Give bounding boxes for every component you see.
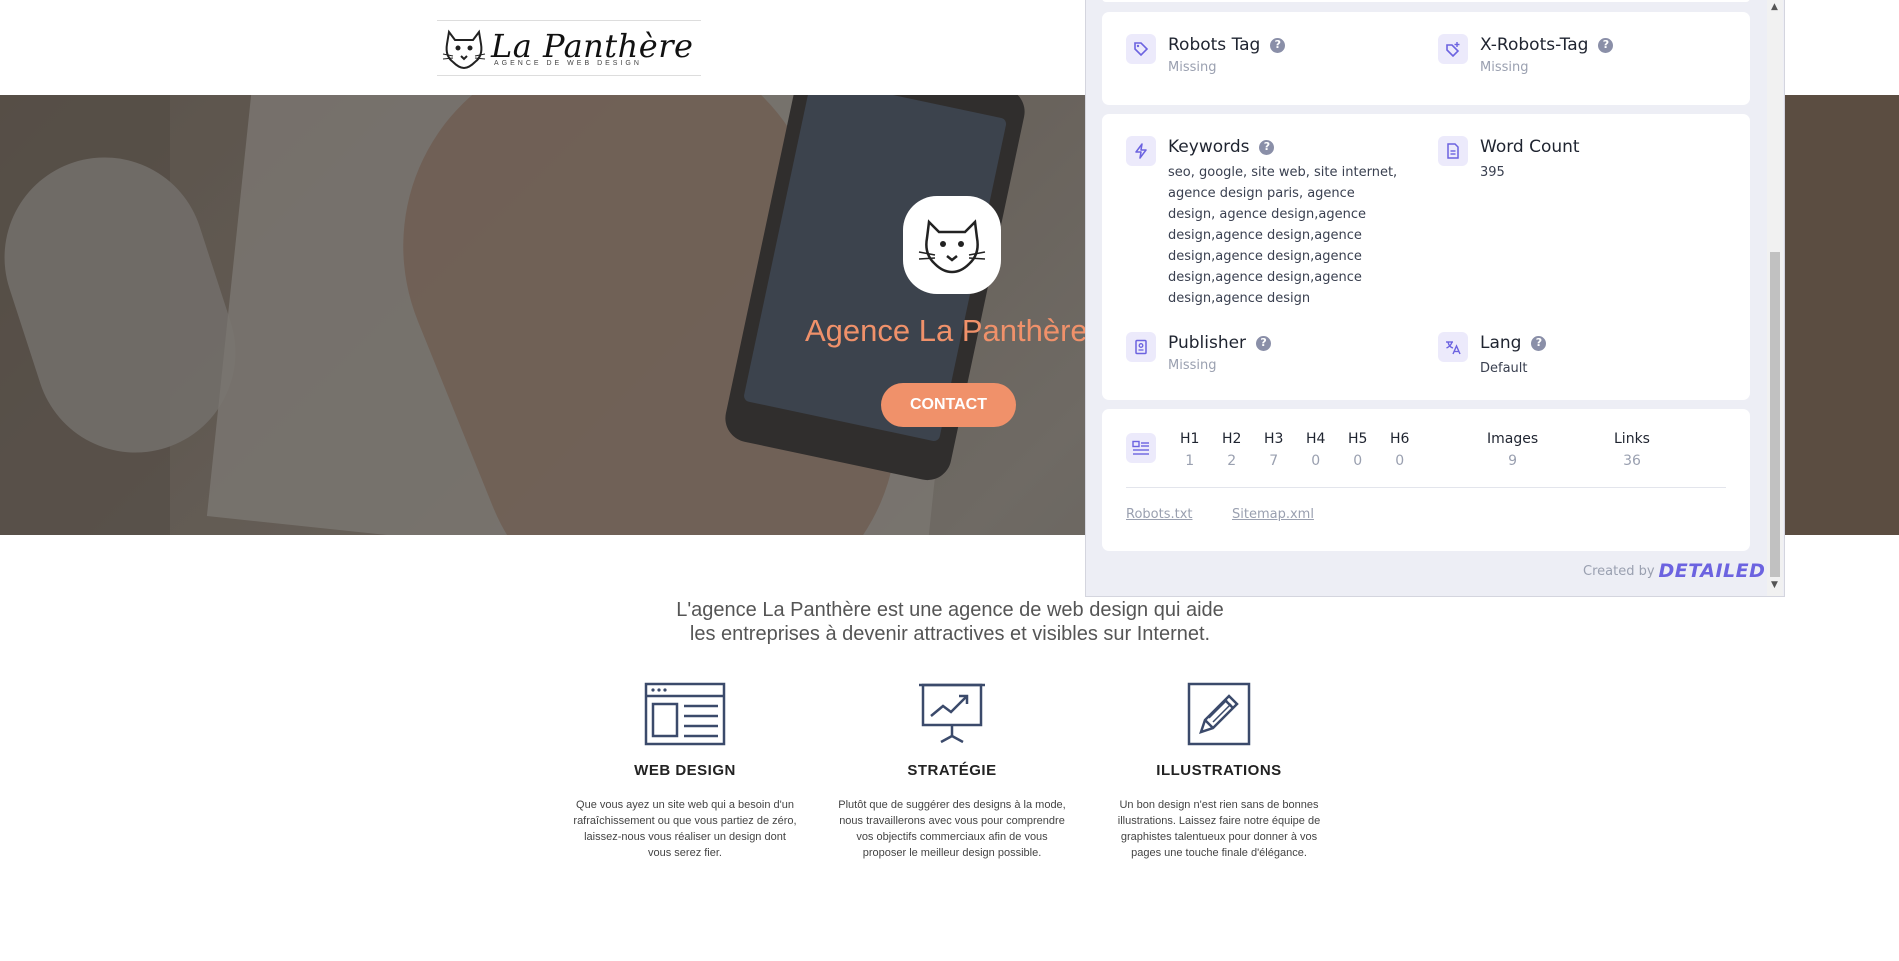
contact-button[interactable]: CONTACT — [881, 383, 1016, 427]
lang-label: Lang — [1480, 333, 1522, 353]
robots-tag-value: Missing — [1168, 60, 1217, 75]
heading-label: H3 — [1264, 431, 1284, 447]
lang-value: Default — [1480, 361, 1528, 376]
credit: Created by DETAILED — [1583, 560, 1765, 582]
heading-label: H4 — [1306, 431, 1326, 447]
list-icon — [1126, 433, 1156, 463]
service-description: Un bon design n'est rien sans de bonnes … — [1117, 799, 1321, 859]
images-label: Images — [1487, 431, 1539, 447]
word-count-value: 395 — [1480, 165, 1505, 180]
panther-head-icon — [918, 219, 986, 274]
panther-logo-icon — [437, 22, 491, 74]
links-label: Links — [1614, 431, 1650, 447]
intro-line: L'agence La Panthère est une agence de w… — [676, 599, 1224, 621]
keywords-field: Keywords? seo, google, site web, site in… — [1126, 136, 1402, 309]
credit-prefix: Created by — [1583, 563, 1655, 579]
help-icon[interactable]: ? — [1598, 37, 1614, 53]
heading-label: H5 — [1348, 431, 1368, 447]
service-description: Plutôt que de suggérer des designs à la … — [838, 799, 1066, 859]
browser-window-icon — [565, 680, 805, 748]
heading-value: 1 — [1185, 453, 1195, 469]
heading-count-h3: H3 7 — [1264, 431, 1283, 469]
links-count: Links 36 — [1614, 431, 1650, 469]
previous-card-edge — [1102, 0, 1750, 2]
publisher-label: Publisher — [1168, 333, 1247, 353]
sitemap-xml-link[interactable]: Sitemap.xml — [1232, 507, 1314, 522]
service-title: ILLUSTRATIONS — [1156, 762, 1282, 779]
service-illustrations: ILLUSTRATIONS Un bon design n'est rien s… — [1099, 680, 1339, 861]
translate-icon — [1438, 332, 1468, 362]
scroll-up-arrow-icon[interactable]: ▲ — [1771, 2, 1778, 12]
heading-value: 2 — [1227, 453, 1237, 469]
tag-icon — [1126, 34, 1156, 64]
robots-txt-link[interactable]: Robots.txt — [1126, 507, 1193, 522]
help-icon[interactable]: ? — [1531, 335, 1547, 351]
document-icon — [1438, 136, 1468, 166]
keywords-label: Keywords — [1168, 137, 1250, 157]
hero-title: Agence La Panthère — [805, 313, 1088, 348]
word-count-field: Word Count 395 — [1438, 136, 1720, 183]
meta-card: Keywords? seo, google, site web, site in… — [1102, 114, 1750, 400]
panel-scrollbar[interactable]: ▲ ▼ — [1767, 0, 1783, 596]
seo-extension-panel: Robots Tag? Missing X-Robots-Tag? Missin… — [1085, 0, 1785, 597]
site-logo[interactable]: La Panthère AGENCE DE WEB DESIGN — [437, 20, 702, 76]
presentation-chart-icon — [832, 680, 1072, 748]
x-robots-tag-value: Missing — [1480, 60, 1529, 75]
tag-plus-icon — [1438, 34, 1468, 64]
help-icon[interactable]: ? — [1259, 139, 1275, 155]
help-icon[interactable]: ? — [1256, 335, 1272, 351]
lang-field: Lang? Default — [1438, 332, 1720, 379]
heading-label: H2 — [1222, 431, 1242, 447]
heading-count-h5: H5 0 — [1348, 431, 1367, 469]
lightning-icon — [1126, 136, 1156, 166]
heading-label: H1 — [1180, 431, 1200, 447]
heading-count-h6: H6 0 — [1390, 431, 1409, 469]
heading-value: 0 — [1395, 453, 1405, 469]
x-robots-tag-field: X-Robots-Tag? Missing — [1438, 34, 1720, 75]
keywords-value: seo, google, site web, site internet, ag… — [1168, 165, 1398, 306]
publisher-field: Publisher? Missing — [1126, 332, 1408, 373]
heading-label: H6 — [1390, 431, 1410, 447]
robots-tag-field: Robots Tag? Missing — [1126, 34, 1408, 75]
scroll-down-arrow-icon[interactable]: ▼ — [1771, 580, 1778, 590]
links-value: 36 — [1623, 453, 1641, 469]
service-title: WEB DESIGN — [634, 762, 736, 779]
intro-text: L'agence La Panthère est une agence de w… — [630, 598, 1270, 646]
service-description: Que vous ayez un site web qui a besoin d… — [573, 799, 797, 859]
robots-card: Robots Tag? Missing X-Robots-Tag? Missin… — [1102, 12, 1750, 105]
intro-line: les entreprises à devenir attractives et… — [689, 623, 1211, 645]
headings-card: H1 1 H2 2 H3 7 H4 0 H5 0 H6 0 Images 9 Links 36 … — [1102, 409, 1750, 551]
heading-count-h1: H1 1 — [1180, 431, 1199, 469]
heading-value: 0 — [1311, 453, 1321, 469]
service-web-design: WEB DESIGN Que vous ayez un site web qui… — [565, 680, 805, 861]
hero-panther-badge — [903, 196, 1001, 294]
help-icon[interactable]: ? — [1270, 37, 1286, 53]
logo-tagline: AGENCE DE WEB DESIGN — [494, 59, 642, 67]
scroll-thumb[interactable] — [1770, 252, 1780, 577]
images-value: 9 — [1508, 453, 1518, 469]
heading-count-h4: H4 0 — [1306, 431, 1325, 469]
publisher-value: Missing — [1168, 358, 1217, 373]
badge-icon — [1126, 332, 1156, 362]
word-count-label: Word Count — [1480, 137, 1580, 157]
x-robots-tag-label: X-Robots-Tag — [1480, 35, 1589, 55]
divider — [1126, 487, 1726, 488]
pencil-icon — [1099, 680, 1339, 748]
logo-name: La Panthère — [491, 26, 694, 65]
images-count: Images 9 — [1487, 431, 1538, 469]
service-title: STRATÉGIE — [907, 762, 997, 779]
service-strategie: STRATÉGIE Plutôt que de suggérer des des… — [832, 680, 1072, 861]
detailed-brand-link[interactable]: DETAILED — [1659, 560, 1766, 582]
robots-tag-label: Robots Tag — [1168, 35, 1261, 55]
heading-value: 0 — [1353, 453, 1363, 469]
heading-count-h2: H2 2 — [1222, 431, 1241, 469]
heading-value: 7 — [1269, 453, 1279, 469]
